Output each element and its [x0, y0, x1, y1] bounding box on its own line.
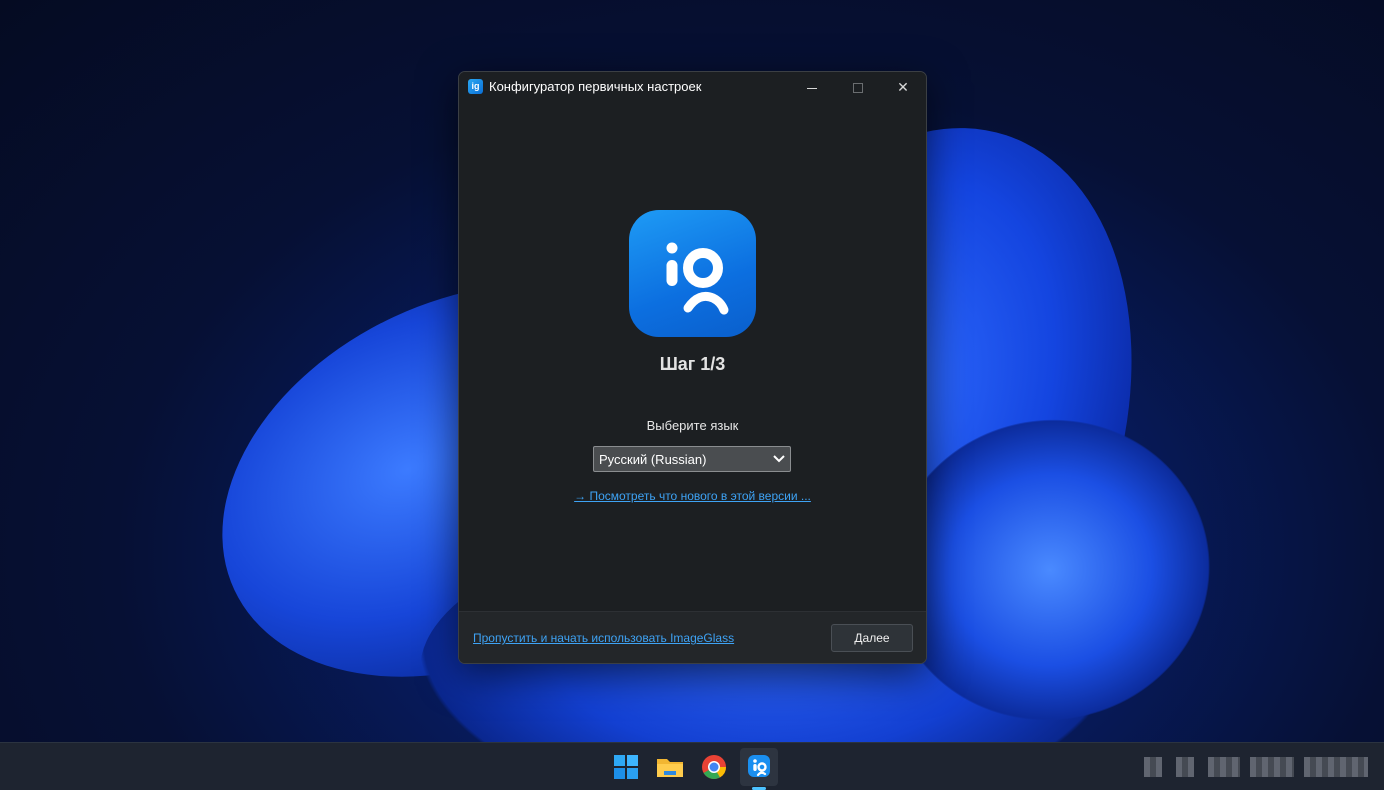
language-select[interactable]: Русский (Russian): [593, 446, 791, 472]
window-title: Конфигуратор первичных настроек: [489, 79, 702, 94]
taskbar: [0, 742, 1384, 790]
tray-icon[interactable]: [1144, 757, 1162, 777]
file-explorer-icon[interactable]: [654, 751, 686, 783]
desktop: ig Конфигуратор первичных настроек ✕ Шаг…: [0, 0, 1384, 790]
chrome-icon[interactable]: [698, 751, 730, 783]
tray-icon[interactable]: [1250, 757, 1294, 777]
close-icon: ✕: [897, 79, 909, 95]
next-button[interactable]: Далее: [831, 624, 913, 652]
dialog-footer: Пропустить и начать использовать ImageGl…: [459, 611, 926, 663]
minimize-button[interactable]: [789, 72, 835, 102]
step-title: Шаг 1/3: [659, 354, 726, 374]
maximize-icon: [853, 83, 863, 94]
tray-icon[interactable]: [1208, 757, 1240, 777]
imageglass-logo-icon: [629, 210, 756, 337]
tray-icon[interactable]: [1176, 757, 1194, 777]
setup-content: Шаг 1/3 Выберите язык Русский (Russian) …: [459, 102, 926, 611]
first-launch-dialog: ig Конфигуратор первичных настроек ✕ Шаг…: [458, 71, 927, 664]
clock-area[interactable]: [1304, 757, 1368, 777]
language-select-value: Русский (Russian): [599, 452, 707, 467]
imageglass-app-icon: ig: [468, 79, 483, 94]
start-icon[interactable]: [610, 751, 642, 783]
whats-new-link[interactable]: → Посмотреть что нового в этой версии ..…: [459, 489, 926, 503]
skip-setup-link[interactable]: Пропустить и начать использовать ImageGl…: [473, 631, 734, 645]
imageglass-icon[interactable]: [740, 748, 778, 786]
title-bar[interactable]: ig Конфигуратор первичных настроек ✕: [459, 72, 926, 102]
language-label: Выберите язык: [646, 418, 739, 433]
chevron-down-icon: [773, 451, 785, 470]
close-button[interactable]: ✕: [880, 72, 926, 102]
minimize-icon: [807, 87, 817, 89]
maximize-button: [835, 72, 881, 102]
